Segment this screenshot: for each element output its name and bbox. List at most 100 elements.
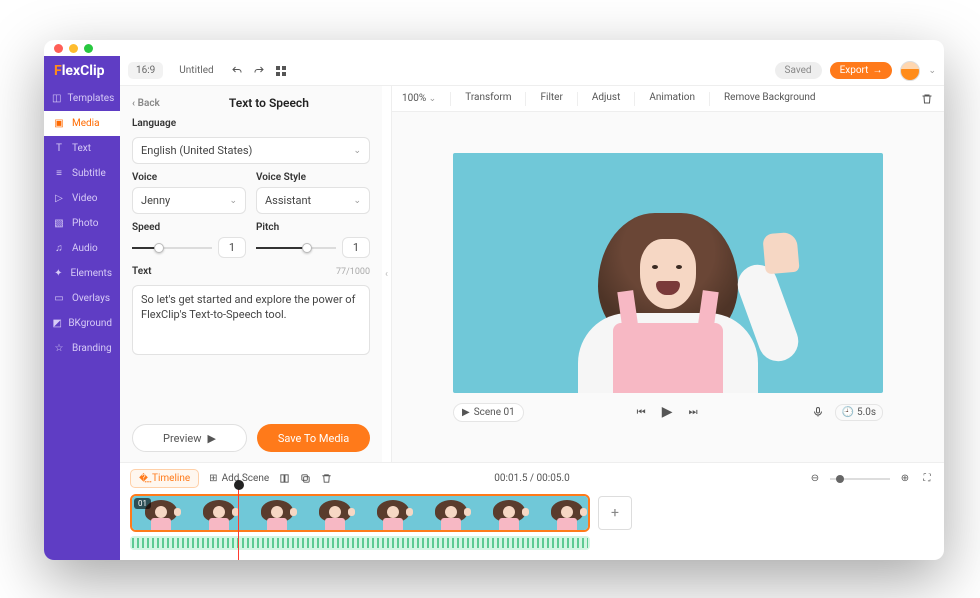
tts-panel: ‹ Back Text to Speech Language English (… xyxy=(120,86,382,462)
voice-label: Voice xyxy=(132,172,246,183)
timeline-thumbnail[interactable] xyxy=(480,496,538,530)
clock-icon: 🕘 xyxy=(842,407,854,418)
delete-button[interactable] xyxy=(920,92,934,106)
next-scene-button[interactable]: ⏭ xyxy=(686,405,700,419)
tts-text-input[interactable]: So let's get started and explore the pow… xyxy=(132,285,370,355)
video-clip[interactable] xyxy=(130,494,590,532)
saved-status: Saved xyxy=(775,62,822,79)
play-button[interactable]: ▶ xyxy=(660,405,674,419)
mac-close[interactable] xyxy=(54,44,63,53)
timeline-tab[interactable]: �⵿Timeline xyxy=(130,469,199,488)
redo-button[interactable] xyxy=(252,64,266,78)
subtitle-icon: ≡ xyxy=(52,168,66,179)
sidebar-item-elements[interactable]: ✦ Elements xyxy=(44,261,120,286)
timeline-delete-button[interactable] xyxy=(321,473,332,484)
prev-scene-button[interactable]: ⏮ xyxy=(634,405,648,419)
scene-select[interactable]: ▶Scene 01 xyxy=(453,403,524,422)
mic-icon[interactable] xyxy=(811,405,825,419)
mac-minimize[interactable] xyxy=(69,44,78,53)
timeline-icon: �⵿ xyxy=(139,473,148,484)
aspect-ratio[interactable]: 16:9 xyxy=(128,62,163,79)
canvas-tool-adjust[interactable]: Adjust xyxy=(592,92,621,106)
timeline-thumbnail[interactable] xyxy=(422,496,480,530)
text-icon: T xyxy=(52,143,66,154)
sidebar-item-label: Elements xyxy=(71,268,112,279)
speed-value[interactable]: 1 xyxy=(218,237,246,258)
sidebar-item-templates[interactable]: ◫Templates xyxy=(44,86,120,111)
sidebar-item-audio[interactable]: ♫ Audio xyxy=(44,236,120,261)
timeline-thumbnail[interactable] xyxy=(538,496,590,530)
sidebar-item-label: Overlays xyxy=(72,293,110,304)
audio-clip[interactable] xyxy=(130,536,590,550)
project-title[interactable]: Untitled xyxy=(171,62,221,79)
canvas-area[interactable]: ▶Scene 01 ⏮ ▶ ⏭ 🕘5.0s xyxy=(392,112,944,462)
mac-titlebar xyxy=(44,40,944,56)
play-small-icon: ▶ xyxy=(462,407,470,418)
sidebar-item-media[interactable]: ▣ Media xyxy=(44,111,120,136)
timeline-thumbnail[interactable] xyxy=(364,496,422,530)
sidebar-item-photo[interactable]: ▧Photo xyxy=(44,211,120,236)
logo: FlexClip xyxy=(44,56,120,86)
pitch-value[interactable]: 1 xyxy=(342,237,370,258)
preview-button[interactable]: Preview▶ xyxy=(132,424,247,452)
video-preview[interactable] xyxy=(453,153,883,393)
sidebar-item-label: Branding xyxy=(72,343,112,354)
sidebar-item-label: Media xyxy=(72,118,100,129)
add-scene-inline-button[interactable]: + xyxy=(598,496,632,530)
timeline-thumbnail[interactable] xyxy=(248,496,306,530)
duration-pill[interactable]: 🕘5.0s xyxy=(835,404,884,421)
sidebar-item-video[interactable]: ▷Video xyxy=(44,186,120,211)
split-button[interactable] xyxy=(279,473,290,484)
save-to-media-button[interactable]: Save To Media xyxy=(257,424,370,452)
canvas-tool-animation[interactable]: Animation xyxy=(649,92,695,106)
sidebar-item-text[interactable]: T Text xyxy=(44,136,120,161)
zoom-out-button[interactable]: ⊖ xyxy=(808,472,822,486)
canvas-tool-transform[interactable]: Transform xyxy=(465,92,511,106)
speed-slider[interactable] xyxy=(132,247,212,249)
timeline-thumbnail[interactable] xyxy=(190,496,248,530)
playhead[interactable] xyxy=(238,486,239,560)
pitch-slider[interactable] xyxy=(256,247,336,249)
undo-button[interactable] xyxy=(230,64,244,78)
sidebar-item-label: Audio xyxy=(72,243,98,254)
sidebar-item-branding[interactable]: ☆Branding xyxy=(44,336,120,361)
video-icon: ▷ xyxy=(52,193,66,204)
voice-style-select[interactable]: Assistant⌄ xyxy=(256,187,370,214)
clip-index-badge: 01 xyxy=(134,498,151,509)
fit-timeline-button[interactable]: ⛶ xyxy=(920,472,934,486)
user-menu-chevron-icon[interactable]: ⌄ xyxy=(928,66,936,76)
voice-select[interactable]: Jenny⌄ xyxy=(132,187,246,214)
audio-icon: ♫ xyxy=(52,243,66,254)
text-label: Text xyxy=(132,266,152,277)
speed-label: Speed xyxy=(132,222,246,233)
media-icon: ▣ xyxy=(52,118,66,129)
overlays-icon: ▭ xyxy=(52,293,66,304)
zoom-slider[interactable] xyxy=(830,478,890,480)
sidebar-item-bkground[interactable]: ◩ BKground xyxy=(44,311,120,336)
language-select[interactable]: English (United States)⌄ xyxy=(132,137,370,164)
zoom-dropdown[interactable]: 100% ⌄ xyxy=(402,93,436,104)
timeline: �⵿Timeline ⊞Add Scene 00:01.5 / 00:05.0 … xyxy=(120,462,944,560)
fullscreen-icon[interactable] xyxy=(274,64,288,78)
canvas-tool-remove-background[interactable]: Remove Background xyxy=(724,92,816,106)
sidebar-item-overlays[interactable]: ▭ Overlays xyxy=(44,286,120,311)
timeline-thumbnail[interactable] xyxy=(306,496,364,530)
sidebar-item-label: BKground xyxy=(68,318,112,329)
topbar: 16:9 Untitled Saved Export→ ⌄ xyxy=(120,56,944,86)
sidebar: FlexClip ◫Templates▣MediaTText≡Subtitle▷… xyxy=(44,56,120,560)
timeline-time: 00:01.5 / 00:05.0 xyxy=(494,473,569,484)
user-avatar[interactable] xyxy=(900,61,920,81)
sidebar-item-label: Text xyxy=(72,143,91,154)
panel-collapse-handle[interactable]: ‹ xyxy=(382,86,392,462)
zoom-in-button[interactable]: ⊕ xyxy=(898,472,912,486)
export-button[interactable]: Export→ xyxy=(830,62,893,79)
bkground-icon: ◩ xyxy=(52,318,62,329)
mac-zoom[interactable] xyxy=(84,44,93,53)
language-label: Language xyxy=(132,118,370,129)
canvas-tool-filter[interactable]: Filter xyxy=(540,92,562,106)
elements-icon: ✦ xyxy=(52,268,65,279)
templates-icon: ◫ xyxy=(52,93,61,104)
sidebar-item-subtitle[interactable]: ≡Subtitle xyxy=(44,161,120,186)
back-button[interactable]: ‹ Back xyxy=(132,98,160,109)
copy-button[interactable] xyxy=(300,473,311,484)
